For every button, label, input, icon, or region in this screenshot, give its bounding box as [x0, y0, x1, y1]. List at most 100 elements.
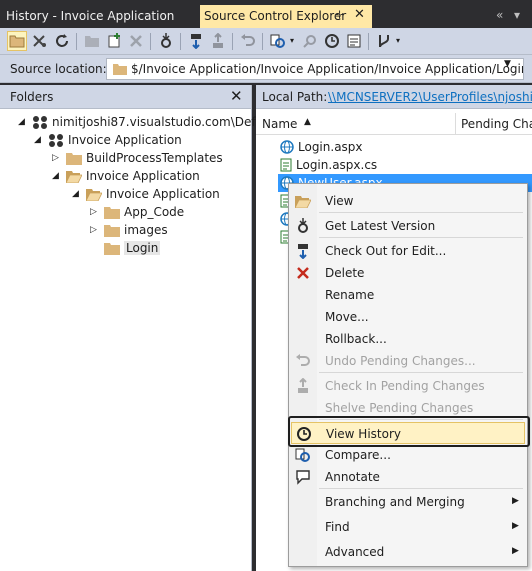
folder-icon — [66, 152, 82, 165]
tab-history[interactable]: History - Invoice Application — [6, 9, 174, 23]
tab-dropdown-icon[interactable]: ▾ — [514, 8, 520, 22]
source-location-path: $/Invoice Application/Invoice Applicatio… — [131, 62, 524, 76]
folder-icon — [104, 206, 120, 219]
close-icon[interactable]: ✕ — [230, 87, 243, 105]
tree-node-invoice-application[interactable]: ◢ Invoice Application — [72, 185, 220, 203]
menu-item-compare[interactable]: Compare... — [291, 444, 525, 466]
expand-arrow-icon[interactable]: ▷ — [90, 225, 102, 235]
refresh-icon[interactable] — [52, 31, 72, 51]
menu-item-rename[interactable]: Rename — [291, 284, 525, 306]
undo-icon — [295, 353, 311, 369]
file-row[interactable]: Login.aspx.cs — [280, 156, 377, 174]
menu-item-label: Shelve Pending Changes — [325, 401, 474, 415]
undo-icon[interactable] — [238, 31, 258, 51]
tab-overflow-icon[interactable]: « — [496, 8, 503, 22]
folder-open-icon — [86, 188, 102, 201]
local-path-label: Local Path: — [262, 90, 328, 104]
tab-active-label: Source Control Explorer — [204, 9, 347, 23]
menu-item-view[interactable]: View — [291, 190, 525, 212]
menu-item-label: Undo Pending Changes... — [325, 354, 476, 368]
annotate-icon[interactable] — [344, 31, 364, 51]
tree-node-label: BuildProcessTemplates — [86, 151, 223, 165]
submenu-arrow-icon: ▶ — [512, 496, 519, 506]
collapse-arrow-icon[interactable]: ◢ — [72, 189, 84, 199]
delete-icon[interactable] — [126, 31, 146, 51]
collapse-arrow-icon[interactable]: ◢ — [52, 171, 64, 181]
menu-item-label: Get Latest Version — [325, 219, 436, 233]
menu-item-move[interactable]: Move... — [291, 306, 525, 328]
folders-header: Folders ✕ — [0, 85, 251, 109]
column-pending-change[interactable]: Pending Change — [461, 117, 532, 131]
menu-item-annotate[interactable]: Annotate — [291, 466, 525, 488]
collection-icon — [32, 115, 48, 129]
history-icon[interactable] — [322, 31, 342, 51]
menu-item-label: Move... — [325, 310, 369, 324]
find-icon[interactable] — [300, 31, 320, 51]
checkin-icon[interactable] — [208, 31, 228, 51]
menu-item-check-in-pending-changes[interactable]: Check In Pending Changes — [291, 375, 525, 397]
menu-item-label: Delete — [325, 266, 365, 280]
get-latest-icon — [295, 218, 311, 234]
menu-item-label: Annotate — [325, 470, 380, 484]
collapse-arrow-icon[interactable]: ◢ — [34, 135, 46, 145]
submenu-arrow-icon: ▶ — [512, 521, 519, 531]
column-name[interactable]: Name — [262, 117, 297, 131]
menu-item-label: Branching and Merging — [325, 495, 465, 509]
folder-open-icon — [66, 170, 82, 183]
pin-icon[interactable]: ⊹ — [335, 8, 344, 21]
local-path-link[interactable]: \\MCNSERVER2\UserProfiles\njoshi\ — [328, 90, 532, 104]
folders-title: Folders — [10, 90, 54, 104]
expand-arrow-icon[interactable]: ▷ — [90, 207, 102, 217]
menu-item-rollback[interactable]: Rollback... — [291, 328, 525, 350]
menu-item-label: View — [325, 194, 354, 208]
menu-item-label: Find — [325, 520, 350, 534]
menu-item-delete[interactable]: Delete — [291, 262, 525, 284]
get-latest-icon[interactable] — [156, 31, 176, 51]
local-path-bar: Local Path: \\MCNSERVER2\UserProfiles\nj… — [256, 85, 532, 109]
context-menu: View Get Latest Version Check Out for Edit… — [288, 183, 528, 567]
workspace-icon[interactable] — [30, 31, 50, 51]
tree-node-invoice-application[interactable]: ◢ Invoice Application — [52, 167, 200, 185]
close-tab-icon[interactable]: ✕ — [354, 7, 365, 22]
menu-item-check-out-for-edit[interactable]: Check Out for Edit... — [291, 240, 525, 262]
toolbar: ▾ ▾ — [0, 28, 532, 55]
document-tab-strip: History - Invoice Application Source Con… — [0, 0, 532, 28]
annotate-icon — [295, 469, 311, 485]
compare-icon[interactable] — [268, 31, 288, 51]
view-history-callout — [288, 416, 530, 447]
expand-arrow-icon[interactable]: ▷ — [52, 153, 64, 163]
checkout-icon[interactable] — [186, 31, 206, 51]
file-name: Login.aspx.cs — [296, 158, 378, 172]
compare-icon — [295, 447, 311, 463]
column-divider[interactable] — [455, 113, 456, 134]
folders-pane: Folders ✕ ◢ nimitjoshi87.visualstudio.com… — [0, 85, 338, 571]
menu-item-undo-pending-changes[interactable]: Undo Pending Changes... — [291, 350, 525, 372]
tree-node-invoice-application[interactable]: ◢ Invoice Application — [34, 131, 182, 149]
tree-node-images[interactable]: ▷ images — [90, 221, 168, 239]
branching-dropdown-icon[interactable]: ▾ — [396, 36, 400, 45]
folder-icon[interactable] — [7, 31, 27, 51]
collapse-arrow-icon[interactable]: ◢ — [18, 117, 30, 127]
tree-node-app-code[interactable]: ▷ App_Code — [90, 203, 184, 221]
menu-item-label: Check In Pending Changes — [325, 379, 485, 393]
file-row[interactable]: Login.aspx — [280, 138, 363, 156]
delete-x-icon — [295, 265, 311, 281]
chevron-down-icon[interactable]: ▼ — [504, 59, 511, 69]
menu-item-advanced[interactable]: Advanced ▶ — [291, 541, 525, 563]
code-file-icon — [280, 158, 292, 172]
menu-separator — [319, 488, 523, 489]
menu-separator — [319, 372, 523, 373]
menu-item-branching-and-merging[interactable]: Branching and Merging ▶ — [291, 491, 525, 513]
menu-item-get-latest-version[interactable]: Get Latest Version — [291, 215, 525, 237]
tree-node-login[interactable]: Login — [90, 239, 161, 257]
compare-dropdown-icon[interactable]: ▾ — [290, 36, 294, 45]
add-items-icon[interactable] — [104, 31, 124, 51]
menu-item-find[interactable]: Find ▶ — [291, 516, 525, 538]
web-file-icon — [280, 140, 294, 154]
new-folder-icon[interactable] — [82, 31, 102, 51]
source-location-combobox[interactable]: $/Invoice Application/Invoice Applicatio… — [106, 58, 524, 80]
tab-source-control-explorer[interactable]: Source Control Explorer ⊹ ✕ — [200, 5, 372, 28]
tree-node-buildprocesstemplates[interactable]: ▷ BuildProcessTemplates — [52, 149, 223, 167]
folder-open-icon — [295, 193, 311, 209]
branching-icon[interactable] — [374, 31, 394, 51]
